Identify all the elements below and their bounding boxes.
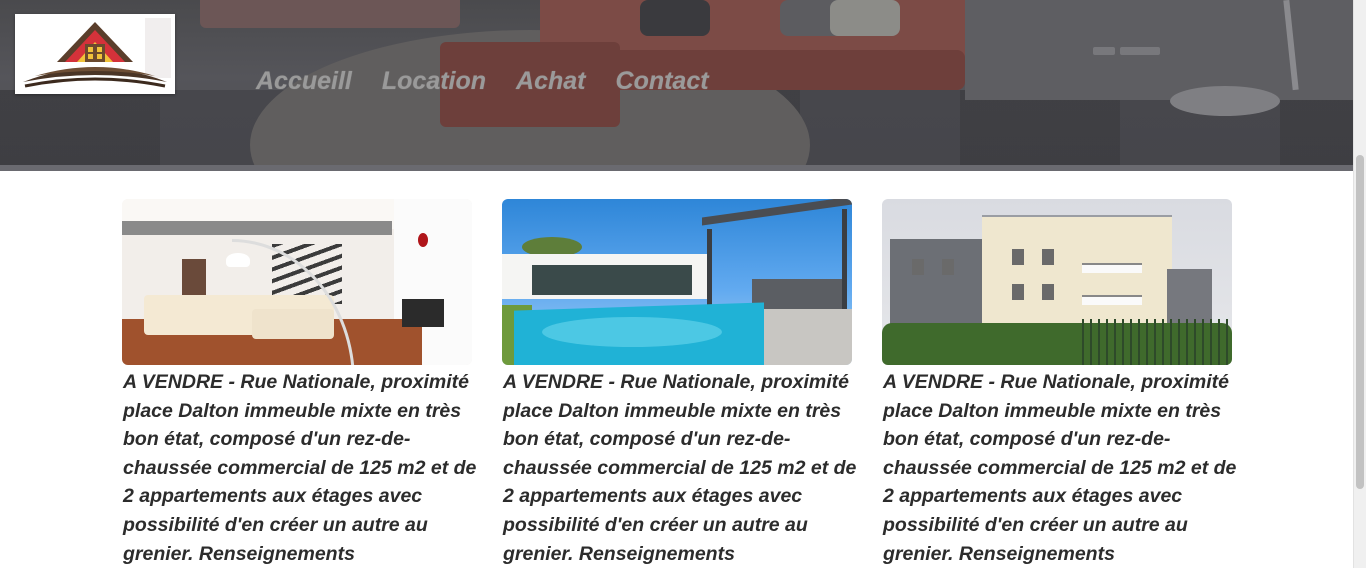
- pool-house-photo[interactable]: [502, 199, 852, 365]
- hero-bottom-strip: [0, 165, 1353, 171]
- hero-outlet: [1120, 47, 1160, 55]
- listing-description: A VENDRE - Rue Nationale, proximité plac…: [503, 371, 857, 565]
- page-scrollbar[interactable]: [1353, 0, 1366, 568]
- hero-pillow: [830, 0, 900, 36]
- listing-card[interactable]: A VENDRE - Rue Nationale, proximité plac…: [882, 199, 1242, 568]
- hero-pillow: [640, 0, 710, 36]
- main-nav: Accueill Location Achat Contact: [256, 66, 709, 96]
- nav-contact[interactable]: Contact: [616, 66, 709, 96]
- nav-location[interactable]: Location: [382, 66, 486, 96]
- hero-armchair: [200, 0, 460, 28]
- apartment-building-photo[interactable]: [882, 199, 1232, 365]
- nav-accueil[interactable]: Accueill: [256, 66, 352, 96]
- hero-lamp-base: [1170, 86, 1280, 116]
- house-logo-icon: [15, 14, 175, 94]
- listing-card[interactable]: A VENDRE - Rue Nationale, proximité plac…: [122, 199, 482, 568]
- interior-living-room-photo[interactable]: [122, 199, 472, 365]
- listing-description: A VENDRE - Rue Nationale, proximité plac…: [883, 371, 1237, 565]
- listing-description: A VENDRE - Rue Nationale, proximité plac…: [123, 371, 477, 565]
- site-logo[interactable]: [15, 14, 175, 94]
- scrollbar-thumb[interactable]: [1356, 155, 1364, 489]
- listing-card[interactable]: A VENDRE - Rue Nationale, proximité plac…: [502, 199, 862, 568]
- hero-outlet: [1093, 47, 1115, 55]
- nav-achat[interactable]: Achat: [516, 66, 585, 96]
